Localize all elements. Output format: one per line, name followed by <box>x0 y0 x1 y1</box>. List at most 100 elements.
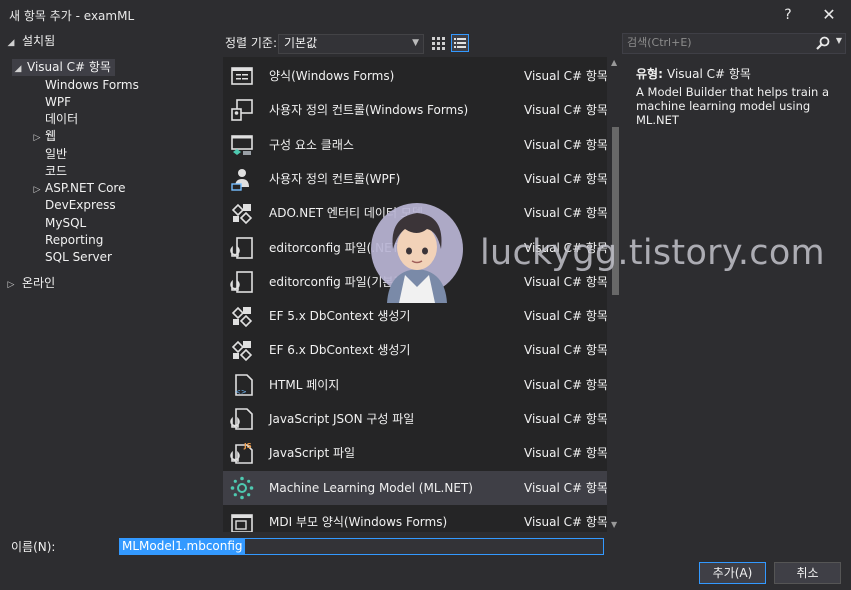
grid-view-button[interactable] <box>429 34 447 52</box>
name-label: 이름(N): <box>11 540 56 554</box>
svg-text:JS: JS <box>243 442 252 450</box>
category-tree: ◢ 설치됨 ◢ Visual C# 항목 Windows Forms WPF 데이터… <box>0 30 222 530</box>
tree-label-installed: 설치됨 <box>22 34 56 48</box>
template-name: 구성 요소 클래스 <box>269 137 354 152</box>
list-view-button[interactable] <box>451 34 469 52</box>
ml-model-icon <box>230 476 254 499</box>
cancel-button[interactable]: 취소 <box>774 562 841 584</box>
template-category: Visual C# 항목 <box>524 206 607 221</box>
chevron-down-icon[interactable]: ▼ <box>836 36 842 45</box>
template-name: 양식(Windows Forms) <box>269 69 395 83</box>
title-bar: 새 항목 추가 - examML ? ✕ <box>0 0 851 30</box>
template-category: Visual C# 항목 <box>524 171 607 186</box>
template-category: Visual C# 항목 <box>524 514 607 529</box>
html-page-icon: <> <box>235 373 253 396</box>
tree-item-aspnet-core[interactable]: ▷ ASP.NET Core <box>31 180 126 199</box>
tree-node-online[interactable]: ▷ 온라인 <box>5 275 56 294</box>
template-item[interactable]: JavaScript JSON 구성 파일 Visual C# 항목 <box>223 402 607 436</box>
tree-label-visual-csharp: Visual C# 항목 <box>27 60 111 74</box>
tree-node-visual-csharp[interactable]: ◢ Visual C# 항목 <box>12 59 115 76</box>
template-category: Visual C# 항목 <box>524 69 607 83</box>
tree-item-sql-server[interactable]: SQL Server <box>45 249 112 266</box>
sort-label: 정렬 기준: <box>225 36 278 50</box>
detail-type-value: Visual C# 항목 <box>667 67 751 81</box>
tree-node-installed[interactable]: ◢ 설치됨 <box>5 33 56 52</box>
template-category: Visual C# 항목 <box>524 343 607 358</box>
add-button[interactable]: 추가(A) <box>699 562 766 584</box>
template-name: HTML 페이지 <box>269 377 340 392</box>
template-item[interactable]: 구성 요소 클래스 Visual C# 항목 <box>223 128 607 162</box>
template-category: Visual C# 항목 <box>524 377 607 392</box>
tree-item-wpf[interactable]: WPF <box>45 94 71 111</box>
dbcontext-icon <box>231 341 253 362</box>
list-view-icon <box>454 38 466 48</box>
sort-value: 기본값 <box>284 36 318 50</box>
template-category: Visual C# 항목 <box>524 274 607 289</box>
template-category: Visual C# 항목 <box>524 480 607 495</box>
sort-dropdown[interactable]: 기본값 ▼ <box>278 34 424 54</box>
close-button[interactable]: ✕ <box>816 4 842 26</box>
template-name: JavaScript 파일 <box>269 446 356 461</box>
user-icon <box>231 168 249 191</box>
json-file-icon <box>230 408 253 430</box>
name-field-value[interactable]: MLModel1.mbconfig <box>120 539 245 554</box>
template-name: 사용자 정의 컨트롤(WPF) <box>269 171 401 186</box>
dbcontext-icon <box>231 306 253 328</box>
tree-item-devexpress[interactable]: DevExpress <box>45 197 116 214</box>
template-item[interactable]: <> HTML 페이지 Visual C# 항목 <box>223 368 607 402</box>
tree-item-web[interactable]: ▷ 웹 <box>31 128 57 147</box>
search-icon[interactable] <box>815 35 831 51</box>
tree-item-general[interactable]: 일반 <box>45 146 67 163</box>
template-name: EF 6.x DbContext 생성기 <box>269 343 411 358</box>
editorconfig-icon <box>230 270 253 293</box>
tree-label-online: 온라인 <box>22 276 56 290</box>
collapse-arrow-icon[interactable]: ▷ <box>31 182 43 199</box>
template-category: Visual C# 항목 <box>524 446 607 461</box>
grid-view-icon <box>432 37 445 50</box>
template-item[interactable]: JS JavaScript 파일 Visual C# 항목 <box>223 436 607 470</box>
detail-type-label: 유형: <box>636 67 663 81</box>
tree-item-reporting[interactable]: Reporting <box>45 232 103 249</box>
template-item[interactable]: MDI 부모 양식(Windows Forms) Visual C# 항목 <box>223 505 607 532</box>
entity-model-icon <box>231 204 253 225</box>
chevron-down-icon: ▼ <box>412 38 419 48</box>
tree-item-windows-forms[interactable]: Windows Forms <box>45 77 139 94</box>
name-field[interactable]: MLModel1.mbconfig <box>119 538 604 555</box>
vertical-scrollbar[interactable]: ▲ ▼ <box>608 57 623 532</box>
collapse-arrow-icon[interactable]: ▷ <box>5 277 17 294</box>
tree-item-code[interactable]: 코드 <box>45 163 67 180</box>
component-class-icon <box>231 134 253 155</box>
tree-item-data[interactable]: 데이터 <box>45 111 78 128</box>
svg-text:<>: <> <box>235 388 247 396</box>
watermark-text: luckygg.tistory.com <box>480 233 825 273</box>
scroll-up-icon[interactable]: ▲ <box>611 58 617 67</box>
template-name: EF 5.x DbContext 생성기 <box>269 309 411 324</box>
scroll-down-icon[interactable]: ▼ <box>611 520 617 529</box>
template-name: JavaScript JSON 구성 파일 <box>269 412 415 426</box>
help-button[interactable]: ? <box>776 4 800 26</box>
template-item[interactable]: EF 6.x DbContext 생성기 Visual C# 항목 <box>223 333 607 367</box>
template-name: MDI 부모 양식(Windows Forms) <box>269 514 448 529</box>
template-category: Visual C# 항목 <box>524 103 607 118</box>
detail-description: A Model Builder that helps train a machi… <box>636 85 830 127</box>
expand-arrow-icon[interactable]: ◢ <box>12 61 24 78</box>
tree-label-web: 웹 <box>45 129 57 143</box>
template-item[interactable]: EF 5.x DbContext 생성기 Visual C# 항목 <box>223 299 607 333</box>
search-box[interactable]: ▼ <box>622 33 846 54</box>
template-name: 사용자 정의 컨트롤(Windows Forms) <box>269 103 469 118</box>
template-item[interactable]: 사용자 정의 컨트롤(WPF) Visual C# 항목 <box>223 162 607 196</box>
avatar-watermark-icon <box>371 203 463 303</box>
js-file-icon: JS <box>230 442 253 465</box>
search-input[interactable] <box>627 34 817 51</box>
template-item[interactable]: 양식(Windows Forms) Visual C# 항목 <box>223 59 607 93</box>
editorconfig-icon <box>230 236 253 259</box>
template-category: Visual C# 항목 <box>524 412 607 426</box>
collapse-arrow-icon[interactable]: ▷ <box>31 130 43 147</box>
window-title: 새 항목 추가 - examML <box>9 9 135 23</box>
template-item[interactable]: Machine Learning Model (ML.NET) Visual C#… <box>223 470 607 505</box>
tree-item-mysql[interactable]: MySQL <box>45 215 86 232</box>
expand-arrow-icon[interactable]: ◢ <box>5 35 17 52</box>
template-category: Visual C# 항목 <box>524 309 607 324</box>
tree-label-aspnet-core: ASP.NET Core <box>45 181 126 195</box>
template-item[interactable]: 사용자 정의 컨트롤(Windows Forms) Visual C# 항목 <box>223 93 607 127</box>
